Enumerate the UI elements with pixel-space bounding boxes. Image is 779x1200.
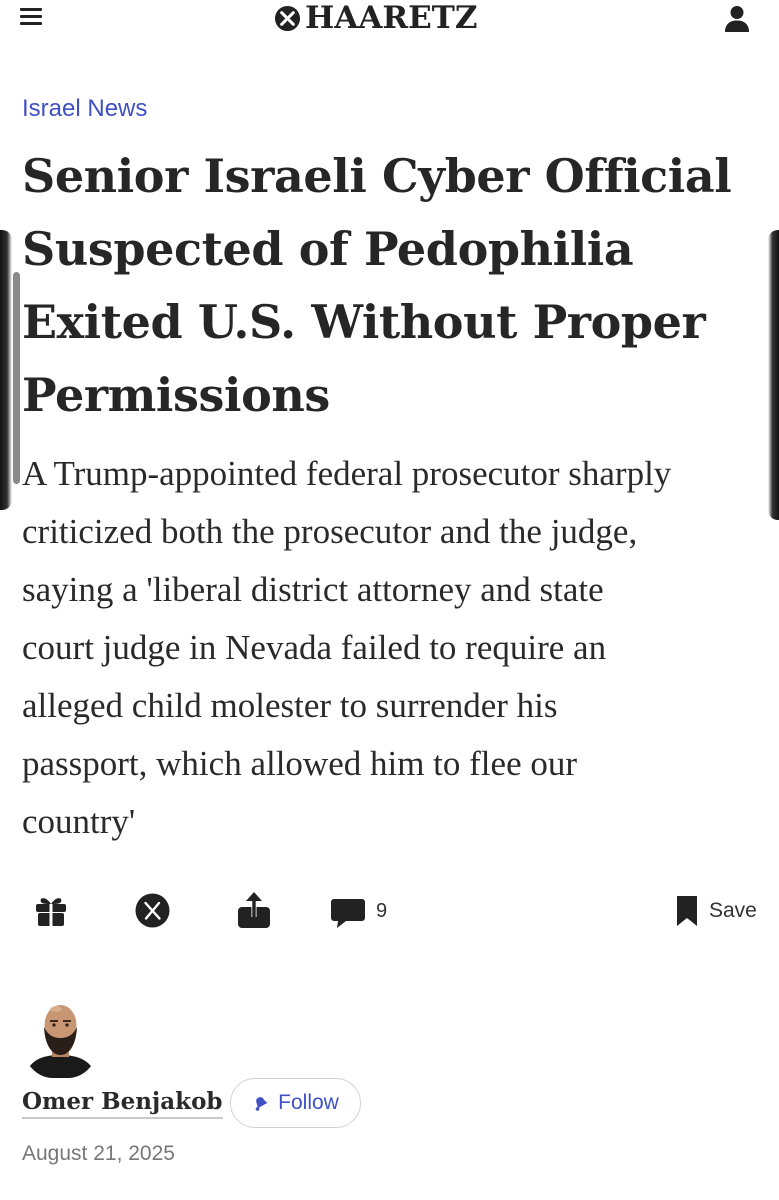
article-subheadline: A Trump-appointed federal prosecutor sha… [22,445,767,851]
screen-edge-left [0,230,12,510]
subhead-line: country' [22,802,136,841]
comment-count: 9 [376,900,388,922]
share-icon[interactable] [236,891,272,929]
logo-text: HAARETZ [305,0,478,36]
screen-edge-right [768,230,779,520]
follow-bell-icon [255,1097,268,1111]
subhead-line: criticized both the prosecutor and the j… [22,512,638,551]
user-account-icon[interactable] [722,3,752,33]
subhead-line: court judge in Nevada failed to require … [22,628,607,667]
subhead-line: A Trump-appointed federal prosecutor sha… [22,454,672,493]
x-share-icon[interactable] [135,893,170,928]
menu-line [20,15,42,18]
save-label: Save [709,899,757,922]
headline-line: Suspected of Pedophilia [22,222,634,276]
headline-line: Permissions [22,368,330,422]
headline-line: Exited U.S. Without Proper [22,295,706,349]
subhead-line: saying a 'liberal district attorney and … [22,570,604,609]
author-name-link[interactable]: Omer Benjakob [22,1088,223,1119]
section-link-israel-news[interactable]: Israel News [22,95,147,123]
article-headline: Senior Israeli Cyber Official Suspected … [22,140,762,432]
save-button[interactable]: Save [675,893,765,929]
top-bar: HAARETZ [0,0,779,40]
menu-line [20,8,42,11]
follow-button[interactable]: Follow [230,1078,361,1128]
haaretz-logo[interactable]: HAARETZ [274,0,477,36]
haaretz-logo-icon [274,5,301,31]
scrollbar-thumb[interactable] [13,272,20,484]
subhead-line: alleged child molester to surrender his [22,686,558,725]
comment-icon [331,899,365,928]
comments-button[interactable]: 9 [330,894,410,930]
menu-line [20,22,42,25]
follow-label: Follow [278,1091,339,1114]
subhead-line: passport, which allowed him to flee our [22,744,578,783]
author-avatar[interactable] [23,995,98,1078]
hamburger-menu-icon[interactable] [20,7,44,27]
headline-line: Senior Israeli Cyber Official [22,149,732,203]
publish-date: August 21, 2025 [22,1142,175,1165]
bookmark-icon [677,896,697,926]
gift-icon[interactable] [34,893,68,927]
